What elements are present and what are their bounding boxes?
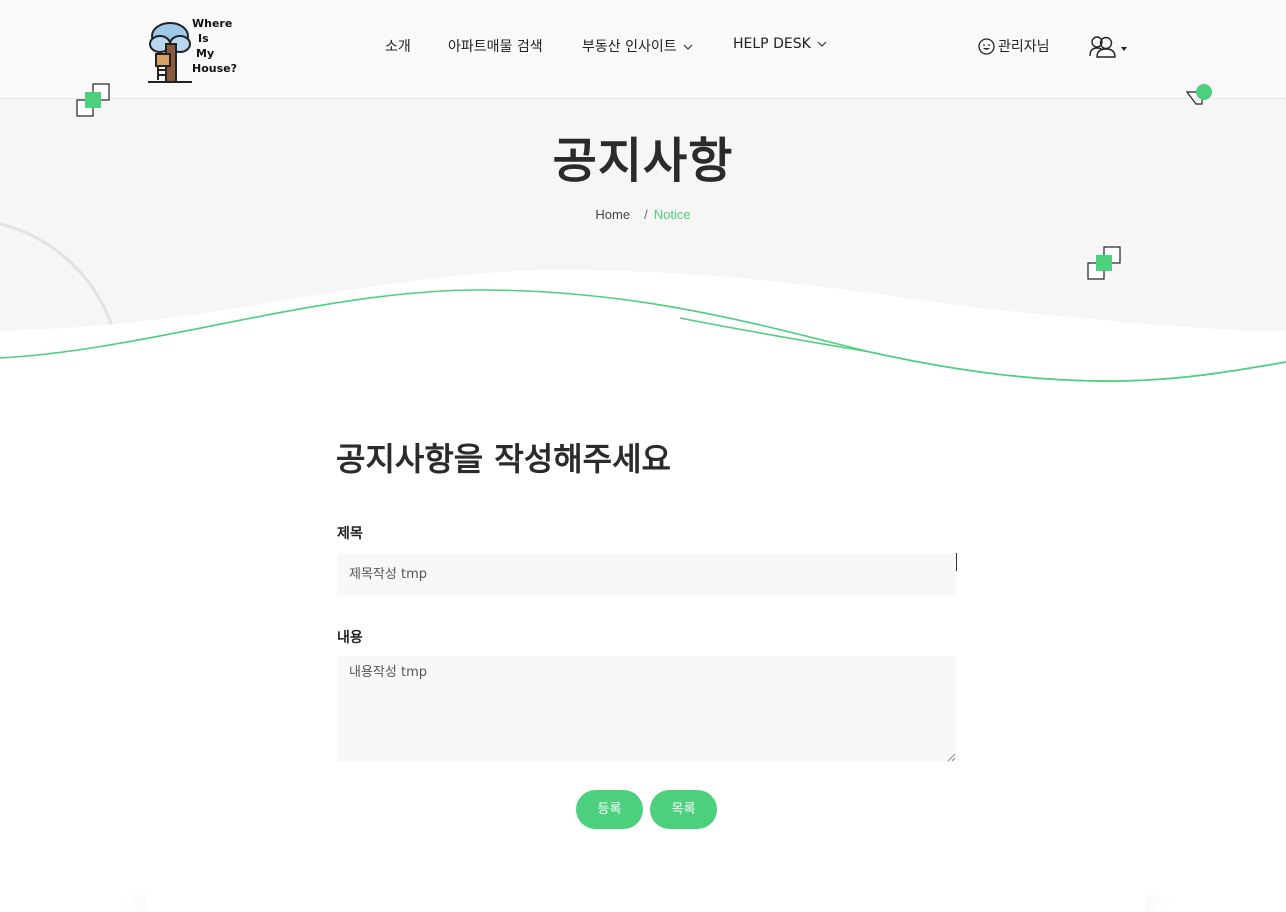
title-label: 제목: [337, 526, 363, 542]
squares-decor-icon: [76, 83, 110, 117]
form-card: [147, 347, 1146, 912]
title-input[interactable]: 제목작성 tmp: [337, 553, 956, 596]
squares-decor-icon: [1087, 246, 1121, 280]
users-icon: [1089, 36, 1127, 58]
list-button[interactable]: 목록: [650, 790, 717, 829]
breadcrumb-current: Notice: [653, 207, 691, 222]
admin-greeting[interactable]: 관리자님: [978, 36, 1050, 56]
content-textarea[interactable]: 내용작성 tmp: [337, 656, 956, 762]
nav-item-intro[interactable]: 소개: [385, 36, 411, 56]
user-menu-button[interactable]: [1088, 34, 1130, 64]
resize-handle-icon[interactable]: [946, 752, 956, 762]
nav-item-help-desk[interactable]: HELP DESK: [733, 36, 827, 52]
page-title: 공지사항: [552, 133, 734, 189]
breadcrumb: Home / Notice: [0, 207, 1286, 222]
breadcrumb-separator: /: [644, 207, 648, 222]
form-heading: 공지사항을 작성해주세요: [336, 440, 671, 478]
smile-icon: [978, 38, 995, 55]
dot-decor-icon: [1186, 84, 1212, 105]
chevron-down-icon: [683, 44, 693, 50]
chevron-down-icon: [817, 41, 827, 47]
navbar: Where Is My House? 소개 아파트매물 검색 부동산 인사이트 …: [0, 0, 1286, 99]
breadcrumb-home[interactable]: Home: [595, 207, 630, 222]
nav-item-apartment-search[interactable]: 아파트매물 검색: [448, 36, 543, 56]
nav-item-insight[interactable]: 부동산 인사이트: [582, 36, 693, 56]
text-cursor: [956, 553, 957, 571]
content-label: 내용: [337, 630, 363, 646]
submit-button[interactable]: 등록: [576, 790, 643, 829]
